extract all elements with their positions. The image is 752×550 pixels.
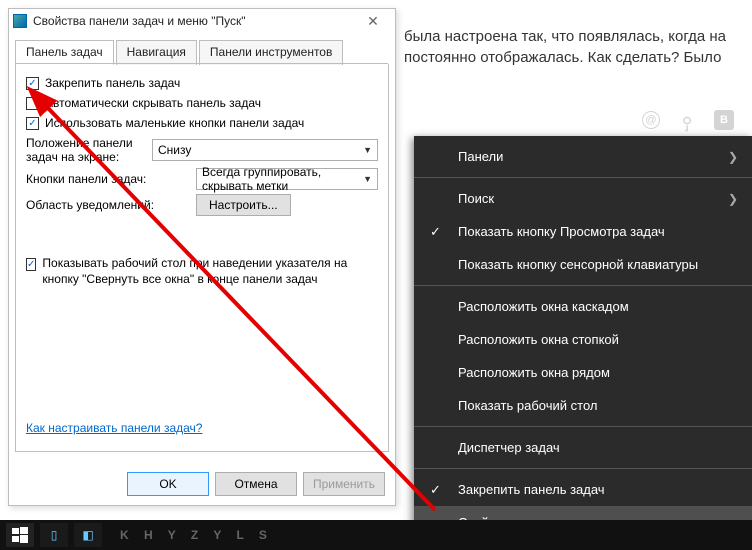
tab-taskbar[interactable]: Панель задач xyxy=(15,40,114,65)
chevron-down-icon: ▼ xyxy=(363,174,372,184)
menu-item-showdesktop[interactable]: Показать рабочий стол xyxy=(414,389,752,422)
titlebar: Свойства панели задач и меню "Пуск" ✕ xyxy=(9,9,395,33)
tab-toolbars[interactable]: Панели инструментов xyxy=(199,40,343,65)
checkbox-row-smallicons[interactable]: ✓ Использовать маленькие кнопки панели з… xyxy=(26,116,378,130)
tab-navigation[interactable]: Навигация xyxy=(116,40,197,65)
taskbar-app-icon[interactable]: ▯ xyxy=(40,523,68,547)
tab-strip: Панель задач Навигация Панели инструмент… xyxy=(9,33,395,64)
social-icons: @ ဝှ B xyxy=(642,110,734,130)
checkbox-row-aeropeek[interactable]: ✓ Показывать рабочий стол при наведении … xyxy=(26,256,378,287)
ok-button[interactable]: OK xyxy=(127,472,209,496)
separator xyxy=(414,177,752,178)
window-icon xyxy=(13,14,27,28)
window-title: Свойства панели задач и меню "Пуск" xyxy=(33,14,355,28)
checkbox-icon: ✓ xyxy=(26,258,36,271)
menu-item-search[interactable]: Поиск ❯ xyxy=(414,182,752,215)
menu-item-lock[interactable]: ✓ Закрепить панель задач xyxy=(414,473,752,506)
help-link[interactable]: Как настраивать панели задач? xyxy=(26,421,202,435)
windows-icon xyxy=(12,527,28,543)
menu-item-panels[interactable]: Панели ❯ xyxy=(414,140,752,173)
label-position: Положение панели задач на экране: xyxy=(26,136,152,164)
label-buttons: Кнопки панели задач: xyxy=(26,172,196,186)
at-icon[interactable]: @ xyxy=(642,111,660,129)
combo-position[interactable]: Снизу ▼ xyxy=(152,139,378,161)
apply-button[interactable]: Применить xyxy=(303,472,385,496)
wallpaper-text: K H Y Z Y L S xyxy=(120,528,273,542)
checkbox-row-autohide[interactable]: ✓ Автоматически скрывать панель задач xyxy=(26,96,378,110)
check-icon: ✓ xyxy=(430,224,441,240)
tab-content: ✓ Закрепить панель задач ✓ Автоматически… xyxy=(15,64,389,452)
menu-item-taskview[interactable]: ✓ Показать кнопку Просмотра задач xyxy=(414,215,752,248)
combo-buttons[interactable]: Всегда группировать, скрывать метки ▼ xyxy=(196,168,378,190)
taskbar-context-menu: Панели ❯ Поиск ❯ ✓ Показать кнопку Просм… xyxy=(414,136,752,543)
menu-item-touchkeyboard[interactable]: Показать кнопку сенсорной клавиатуры xyxy=(414,248,752,281)
menu-item-cascade[interactable]: Расположить окна каскадом xyxy=(414,290,752,323)
start-button[interactable] xyxy=(6,523,34,547)
separator xyxy=(414,468,752,469)
chevron-right-icon: ❯ xyxy=(728,192,738,206)
vk-icon[interactable]: B xyxy=(714,110,734,130)
separator xyxy=(414,285,752,286)
checkbox-row-lock[interactable]: ✓ Закрепить панель задач xyxy=(26,76,378,90)
separator xyxy=(414,426,752,427)
label-notify: Область уведомлений: xyxy=(26,198,196,212)
check-icon: ✓ xyxy=(430,482,441,498)
taskbar[interactable]: ▯ ◧ K H Y Z Y L S xyxy=(0,520,752,550)
close-button[interactable]: ✕ xyxy=(355,10,391,32)
menu-item-stack[interactable]: Расположить окна стопкой xyxy=(414,323,752,356)
menu-item-taskmgr[interactable]: Диспетчер задач xyxy=(414,431,752,464)
checkbox-icon: ✓ xyxy=(26,77,39,90)
cancel-button[interactable]: Отмена xyxy=(215,472,297,496)
menu-item-sidebyside[interactable]: Расположить окна рядом xyxy=(414,356,752,389)
customize-button[interactable]: Настроить... xyxy=(196,194,291,216)
dialog-buttons: OK Отмена Применить xyxy=(127,472,385,496)
checkbox-icon: ✓ xyxy=(26,117,39,130)
taskbar-properties-dialog: Свойства панели задач и меню "Пуск" ✕ Па… xyxy=(8,8,396,506)
ok-icon[interactable]: ဝှ xyxy=(678,111,696,129)
taskbar-app-icon[interactable]: ◧ xyxy=(74,523,102,547)
chevron-down-icon: ▼ xyxy=(363,145,372,155)
chevron-right-icon: ❯ xyxy=(728,150,738,164)
checkbox-icon: ✓ xyxy=(26,97,39,110)
page-text: была настроена так, что появлялась, когд… xyxy=(404,26,742,68)
